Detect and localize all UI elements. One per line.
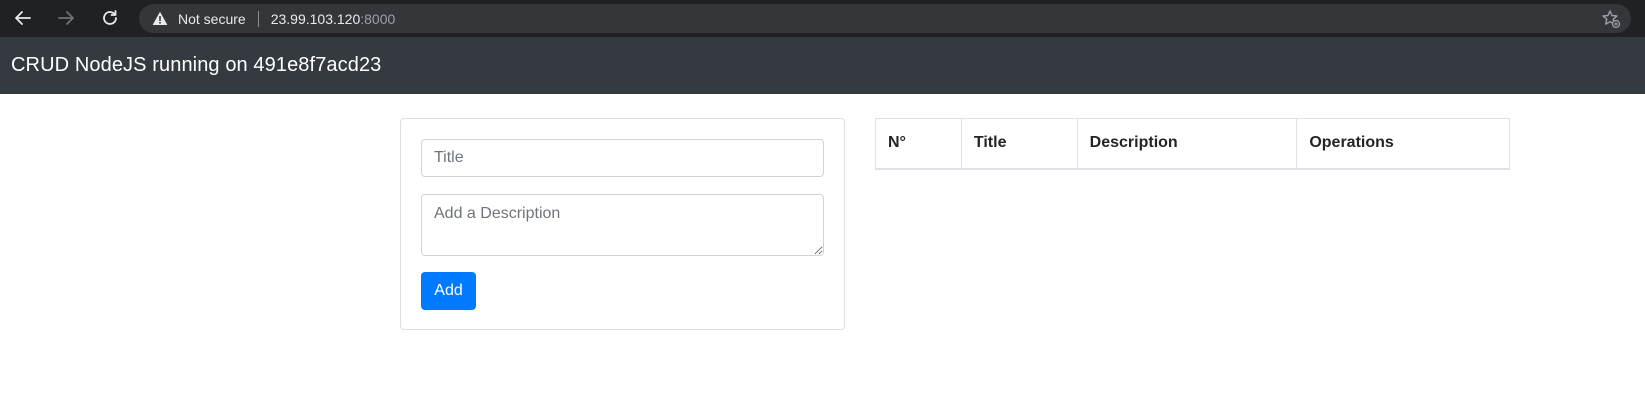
url-port: :8000 — [360, 10, 396, 27]
header-description: Description — [1076, 118, 1298, 170]
navbar-brand[interactable]: CRUD NodeJS running on 491e8f7acd23 — [11, 54, 381, 77]
back-arrow-icon[interactable] — [12, 7, 34, 29]
task-form-card: Add — [400, 118, 845, 330]
title-input[interactable] — [421, 139, 824, 177]
bookmark-star-icon[interactable] — [1601, 9, 1621, 32]
table-header: N° Title Description Operations — [875, 118, 1510, 170]
header-operations: Operations — [1296, 118, 1510, 170]
browser-toolbar: Not secure 23.99.103.120:8000 — [0, 0, 1645, 37]
header-number: N° — [875, 118, 962, 170]
address-bar[interactable]: Not secure 23.99.103.120:8000 — [139, 4, 1631, 33]
url-divider — [257, 10, 259, 27]
header-title: Title — [960, 118, 1078, 170]
app-navbar: CRUD NodeJS running on 491e8f7acd23 — [0, 37, 1645, 94]
reload-icon[interactable] — [99, 7, 121, 29]
add-button[interactable]: Add — [421, 272, 476, 310]
warning-icon[interactable] — [152, 10, 170, 28]
forward-arrow-icon[interactable] — [55, 7, 77, 29]
description-textarea[interactable] — [421, 194, 824, 256]
tasks-table: N° Title Description Operations — [875, 118, 1510, 170]
table-header-row: N° Title Description Operations — [875, 118, 1510, 170]
security-status[interactable]: Not secure — [178, 11, 246, 27]
url-host: 23.99.103.120 — [270, 10, 361, 27]
